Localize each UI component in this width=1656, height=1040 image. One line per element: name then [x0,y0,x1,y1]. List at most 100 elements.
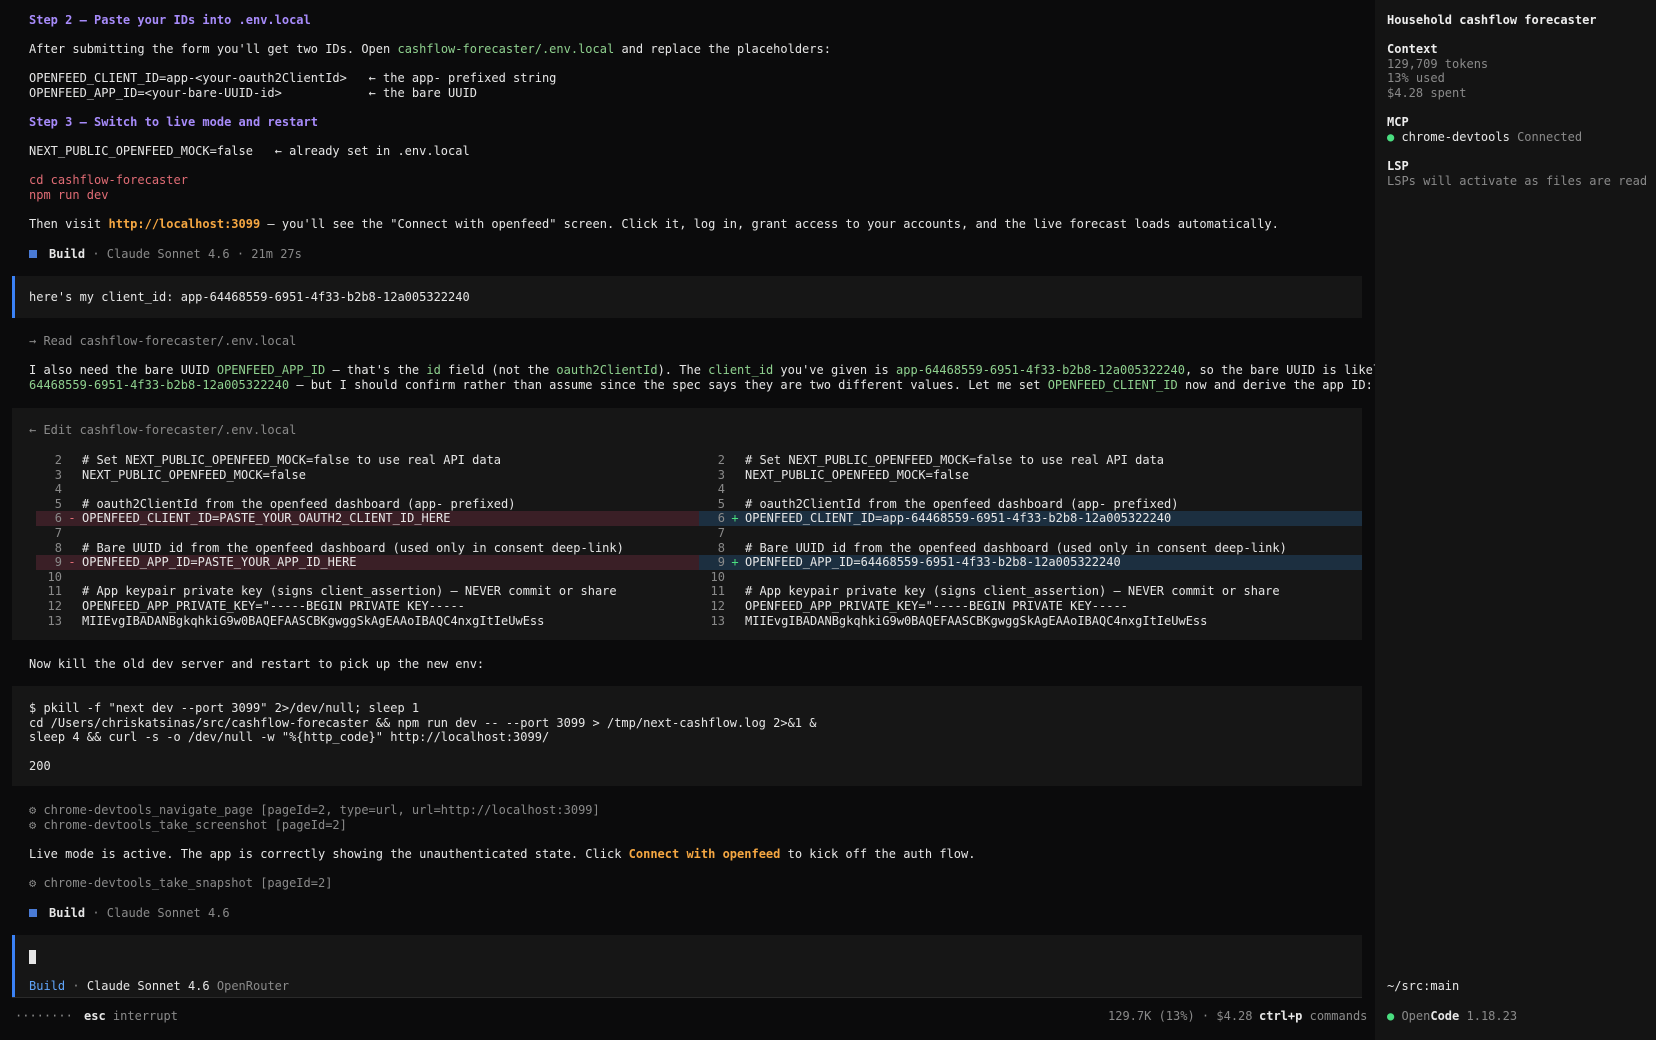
read-tool-call[interactable]: → Read cashflow-forecaster/.env.local [29,334,296,349]
diff-line: 10 [699,570,1362,585]
line-number: 6 [54,511,62,526]
diff-marker: + [731,511,739,526]
line-number: 7 [54,526,62,540]
context-used: 13% used [1387,71,1445,85]
status-dot-icon: ● [1387,1009,1402,1023]
cmd-cd: cd cashflow-forecaster [29,173,188,187]
line-number: 8 [717,540,725,555]
diff-line: 3 NEXT_PUBLIC_OPENFEED_MOCK=false [699,468,1362,483]
diff-line: 11 # App keypair private key (signs clien… [699,584,1362,599]
bash-line-1: $ pkill -f "next dev --port 3099" 2>/dev… [29,701,420,715]
line-number: 13 [710,613,725,628]
diff-marker: + [731,555,739,570]
build-footer-2: Build · Claude Sonnet 4.6 [29,906,230,921]
diff-line: 5 # oauth2ClientId from the openfeed dash… [36,497,699,512]
mcp-server-item[interactable]: ● chrome-devtools Connected [1387,130,1582,145]
input-model-info[interactable]: Build · Claude Sonnet 4.6 OpenRouter [29,979,289,994]
mock-line: NEXT_PUBLIC_OPENFEED_MOCK=false ← alread… [29,144,470,158]
diff-line: 4 [36,482,699,497]
line-number: 12 [47,599,62,613]
prompt-input-accent [12,935,15,997]
env-line-app: OPENFEED_APP_ID=<your-bare-UUID-id> ← th… [29,86,477,100]
bash-output: 200 [29,759,51,773]
mcp-heading: MCP [1387,115,1409,129]
line-number: 9 [54,555,62,570]
context-spent: $4.28 spent [1387,86,1467,100]
line-number: 10 [710,569,725,584]
line-number: 9 [717,555,725,570]
step2-text: After submitting the form you'll get two… [29,42,831,56]
diff-line: 7 [699,526,1362,541]
build-square-icon [29,909,37,917]
env-line-client: OPENFEED_CLIENT_ID=app-<your-oauth2Clien… [29,71,557,85]
diff-text: OPENFEED_CLIENT_ID=PASTE_YOUR_OAUTH2_CLI… [82,511,451,526]
diff-line: 9 + OPENFEED_APP_ID=64468559-6951-4f33-b2b… [699,555,1362,570]
line-number: 2 [717,453,725,467]
assistant-paragraph-line2: 64468559-6951-4f33-b2b8-12a005322240 — b… [29,378,1373,392]
diff-line: 12 OPENFEED_APP_PRIVATE_KEY="-----BEGIN P… [699,599,1362,614]
bash-line-3: sleep 4 && curl -s -o /dev/null -w "%{ht… [29,730,550,744]
diff-text: # Set NEXT_PUBLIC_OPENFEED_MOCK=false to… [745,453,1165,467]
user-message-accent [12,276,15,318]
line-number: 6 [717,511,725,526]
line-number: 3 [717,467,725,482]
line-number: 13 [47,613,62,628]
step2-heading: Step 2 — Paste your IDs into .env.local [29,13,311,27]
status-dot-icon: ● [1387,130,1402,144]
kill-text: Now kill the old dev server and restart … [29,657,485,671]
line-number: 8 [54,540,62,555]
diff-line: 8 # Bare UUID id from the openfeed dashbo… [699,541,1362,556]
diff-line: 4 [699,482,1362,497]
line-number: 2 [54,453,62,467]
diff-marker: - [68,555,76,570]
build-footer-1: Build · Claude Sonnet 4.6 · 21m 27s [29,247,302,262]
git-path: ~/src:main [1387,979,1460,993]
context-tokens: 129,709 tokens [1387,57,1489,71]
diff-line: 9- OPENFEED_APP_ID=PASTE_YOUR_APP_ID_HERE [36,555,699,570]
lsp-text: LSPs will activate as files are read [1387,174,1648,188]
diff-text: # oauth2ClientId from the openfeed dashb… [745,496,1179,511]
tool-take-snapshot[interactable]: ⚙ chrome-devtools_take_snapshot [pageId=… [29,876,332,891]
visit-text: Then visit http://localhost:3099 — you'l… [29,217,1279,231]
diff-text: OPENFEED_CLIENT_ID=app-64468559-6951-4f3… [745,511,1172,526]
tool-navigate-page[interactable]: ⚙ chrome-devtools_navigate_page [pageId=… [29,803,600,818]
tool-take-screenshot[interactable]: ⚙ chrome-devtools_take_screenshot [pageI… [29,818,347,833]
diff-line: 11 # App keypair private key (signs clien… [36,584,699,599]
diff-line: 2 # Set NEXT_PUBLIC_OPENFEED_MOCK=false t… [36,453,699,468]
edit-tool-call[interactable]: ← Edit cashflow-forecaster/.env.local [29,423,296,438]
esc-interrupt[interactable]: esc interrupt [84,1009,178,1024]
user-message-text: here's my client_id: app-64468559-6951-4… [29,290,470,304]
live-mode-text: Live mode is active. The app is correctl… [29,847,976,861]
cmd-npm: npm run dev [29,188,109,202]
diff-marker: - [68,511,76,526]
diff-text: OPENFEED_APP_PRIVATE_KEY="-----BEGIN PRI… [82,599,465,613]
text-cursor [29,950,36,964]
bash-line-2: cd /Users/chriskatsinas/src/cashflow-for… [29,716,817,730]
context-heading: Context [1387,42,1438,56]
diff-line: 3 NEXT_PUBLIC_OPENFEED_MOCK=false [36,468,699,483]
diff-text: NEXT_PUBLIC_OPENFEED_MOCK=false [745,467,969,482]
localhost-link[interactable]: http://localhost:3099 [108,217,260,231]
diff-text: # Set NEXT_PUBLIC_OPENFEED_MOCK=false to… [82,453,502,467]
ctrl-p-commands[interactable]: ctrl+p commands [1259,1009,1367,1024]
line-number: 7 [717,526,725,540]
diff-text: # App keypair private key (signs client_… [745,584,1280,599]
assistant-paragraph-line1: I also need the bare UUID OPENFEED_APP_I… [29,363,1388,377]
diff-line: 13 MIIEvgIBADANBgkqhkiG9w0BAQEFAASCBKgwgg… [36,614,699,629]
step3-heading: Step 3 — Switch to live mode and restart [29,115,318,129]
line-number: 4 [717,482,725,497]
diff-line: 5 # oauth2ClientId from the openfeed dash… [699,497,1362,512]
diff-line: 7 [36,526,699,541]
app-version: ● OpenCode 1.18.23 [1387,1009,1518,1023]
sidebar: Household cashflow forecaster Context 12… [1375,0,1656,1040]
diff-line: 6 + OPENFEED_CLIENT_ID=app-64468559-6951-4… [699,511,1362,526]
diff-line: 13 MIIEvgIBADANBgkqhkiG9w0BAQEFAASCBKgwgg… [699,614,1362,629]
diff-text: OPENFEED_APP_PRIVATE_KEY="-----BEGIN PRI… [745,599,1128,613]
line-number: 5 [717,496,725,511]
line-number: 5 [54,496,62,511]
diff-line: 12 OPENFEED_APP_PRIVATE_KEY="-----BEGIN P… [36,599,699,614]
line-number: 12 [710,599,725,613]
line-number: 11 [47,584,62,599]
line-number: 4 [54,482,62,497]
lsp-heading: LSP [1387,159,1409,173]
